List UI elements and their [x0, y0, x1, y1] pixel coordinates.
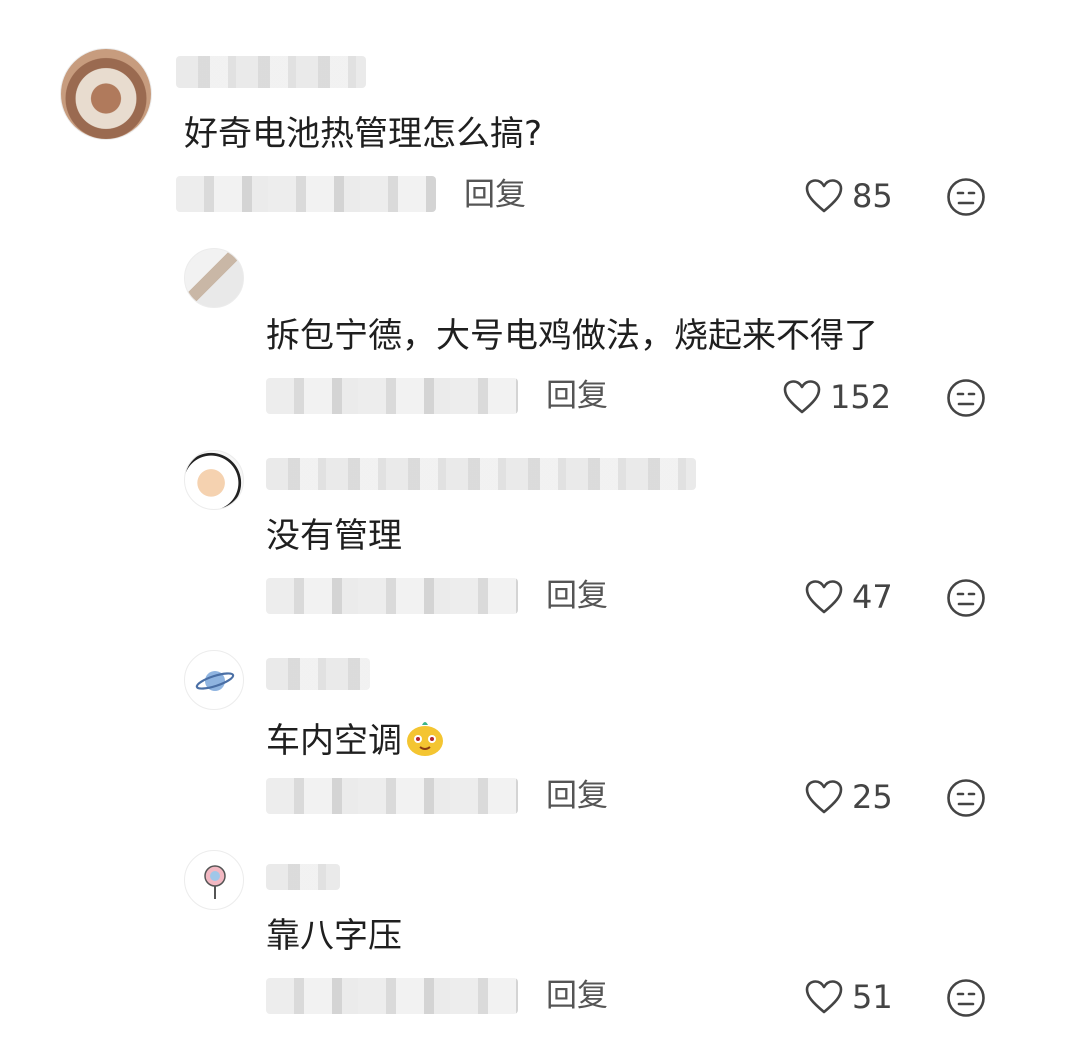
lollipop-icon [204, 865, 226, 899]
like-button[interactable]: 51 [804, 979, 893, 1015]
timestamp-blurred [266, 978, 518, 1014]
avatar[interactable] [184, 850, 244, 910]
like-count: 51 [852, 978, 893, 1016]
comment-text: 靠八字压 [266, 916, 402, 956]
username-blurred[interactable] [266, 864, 340, 890]
neutral-face-icon[interactable] [946, 978, 986, 1018]
heart-outline-icon [805, 980, 843, 1014]
reply-button[interactable]: 回复 [546, 978, 608, 1014]
reply-item: 靠八字压 回复 51 [0, 0, 1080, 1040]
